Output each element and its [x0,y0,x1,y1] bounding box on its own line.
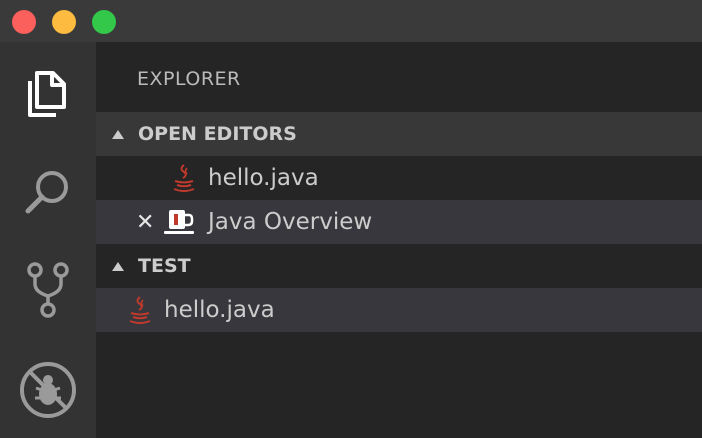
activity-bar [0,42,96,438]
open-editor-label: Java Overview [208,209,373,235]
java-icon [126,295,154,325]
open-editor-item-active[interactable]: ✕ Java Overview [96,200,702,244]
folder-label: TEST [138,255,191,277]
open-editors-header[interactable]: OPEN EDITORS [96,112,702,156]
open-editor-item[interactable]: hello.java [96,156,702,200]
title-bar [0,0,702,42]
source-control-icon [27,262,69,318]
window-minimize-button[interactable] [52,10,76,34]
explorer-title: EXPLORER [137,68,241,90]
java-icon [170,163,198,193]
window-close-button[interactable] [12,10,36,34]
open-editors-label: OPEN EDITORS [138,123,297,145]
explorer-sidebar: EXPLORER OPEN EDITORS hello.java ✕ Java … [96,42,702,438]
window-maximize-button[interactable] [92,10,116,34]
close-editor-icon[interactable]: ✕ [136,210,154,235]
debug-icon [20,362,76,418]
open-editor-label: hello.java [208,165,319,191]
search-icon [25,171,68,214]
folder-header-test[interactable]: TEST [96,244,702,288]
activity-source-control[interactable] [0,250,96,330]
activity-debug[interactable] [0,350,96,430]
activity-explorer[interactable] [0,54,96,134]
expanded-triangle-icon [112,261,124,271]
file-label: hello.java [164,297,275,323]
activity-search[interactable] [0,152,96,232]
file-item[interactable]: hello.java [96,288,702,332]
expanded-triangle-icon [112,129,124,139]
files-icon [28,71,66,117]
cup-icon [162,207,198,237]
